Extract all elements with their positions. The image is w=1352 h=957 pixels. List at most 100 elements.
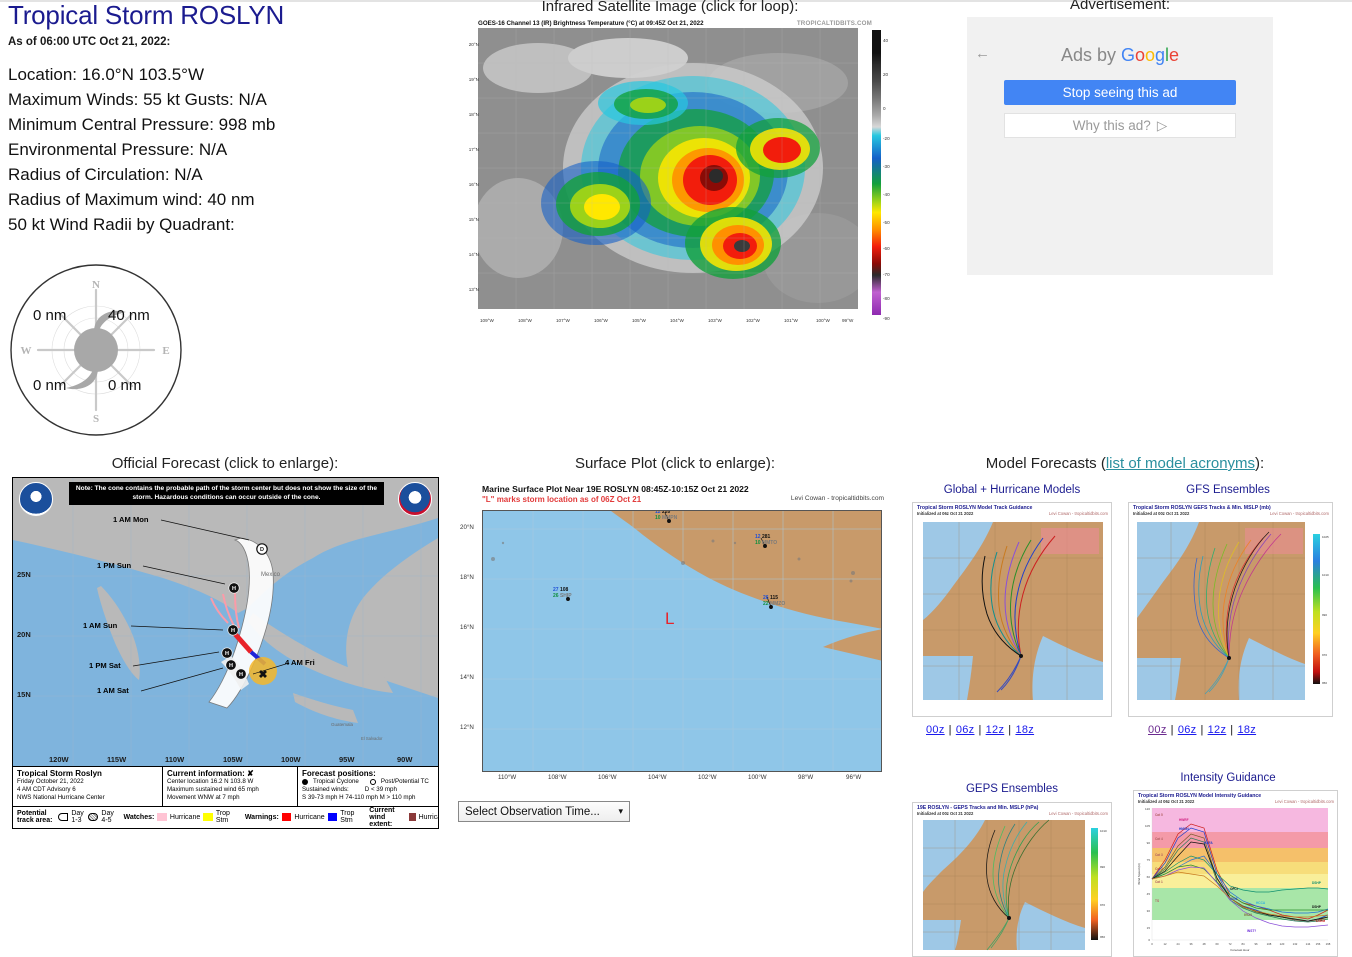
model-time-links-global[interactable]: 00z | 06z | 12z | 18z [926,724,1034,736]
cone-day13-icon [58,813,69,821]
svg-text:H: H [229,663,233,669]
satellite-colorbar [872,30,881,315]
advertisement-panel[interactable]: ← Ads by Google Stop seeing this ad Why … [967,17,1273,275]
satellite-plot[interactable] [478,28,858,309]
intensity-guidance-panel[interactable]: Tropical Storm ROSLYN Model Intensity Gu… [1133,790,1338,957]
surface-plot-panel[interactable]: Marine Surface Plot Near 19E ROSLYN 08:4… [460,480,888,800]
model-panel-title: Tropical Storm ROSLYN Model Track Guidan… [917,505,1033,511]
radii-se-value: 0 nm [108,377,142,394]
sat-lon-tick: 100°W [816,318,830,323]
legend-date: Friday October 21, 2022 [17,778,84,785]
ads-by-google-label: Ads by Google [967,17,1273,66]
svg-text:1010: 1010 [1322,573,1329,577]
svg-text:Guatemala: Guatemala [331,722,354,727]
satellite-image-panel[interactable]: GOES-16 Channel 13 (IR) Brightness Tempe… [468,18,876,323]
cbar-tick: -50 [883,220,890,225]
play-triangle-icon: ▷ [1156,117,1168,133]
cbar-tick: 40 [883,38,889,43]
stop-seeing-ad-button[interactable]: Stop seeing this ad [1004,80,1236,105]
time-link-06z[interactable]: 06z [1178,724,1197,736]
legend-forecast-positions-block: Forecast positions: Tropical Cyclone Pos… [298,767,438,806]
geps-ensembles-panel[interactable]: 19E ROSLYN - GEPS Tracks and Min. MSLP (… [912,802,1112,957]
model-acronyms-link[interactable]: list of model acronyms [1106,455,1255,472]
series-label-lgem: LGEM [1316,919,1326,923]
sat-lon-tick: 102°W [746,318,760,323]
time-link-12z[interactable]: 12z [986,724,1005,736]
sat-lat-tick: 14°N [468,252,479,257]
legend-warnings-title: Warnings: [244,813,279,821]
time-link-18z[interactable]: 18z [1015,724,1034,736]
sat-lat-tick: 18°N [468,112,479,117]
observation-time-label: Select Observation Time... [465,805,600,818]
cbar-tick: -80 [883,296,890,301]
legend-forecast-title: Forecast positions: [302,769,376,778]
chevron-down-icon: ▾ [618,806,623,816]
model-time-links-gfs[interactable]: 00z | 06z | 12z | 18z [1148,724,1256,736]
surface-plot-subtitle: "L" marks storm location as of 06Z Oct 2… [482,495,642,504]
surface-plot-credit: Levi Cowan - tropicaltidbits.com [790,495,884,502]
intensity-chart-svg: Cat 5Cat 4 Cat 3Cat 2 Cat 1TS 12010590 7… [1134,804,1337,952]
svg-text:970: 970 [1100,903,1105,907]
model-panel-credit: Levi Cowan - tropicaltidbits.com [1048,811,1108,816]
storm-stats-list: Location: 16.0°N 103.5°W Maximum Winds: … [8,62,438,237]
series-label-ivcn: IVCN [1244,913,1252,917]
satellite-caption[interactable]: Infrared Satellite Image (click for loop… [440,0,900,15]
advertisement-caption: Advertisement: [1069,0,1171,13]
stat-min-pressure: Minimum Central Pressure: 998 mb [8,115,276,134]
svg-text:60: 60 [1215,942,1219,946]
legend-watches-title: Watches: [123,813,155,821]
forecast-map[interactable]: D HH HHH ✖ Mexico Guatemala El Salvador [13,478,438,768]
surface-plot-map[interactable]: L 27 108 26 SHIP 12 220 10 MMPN 12 281 1… [482,510,882,772]
svg-text:✖: ✖ [258,669,267,681]
why-this-ad-label: Why this ad? [1072,118,1151,133]
storm-info-panel: Tropical Storm ROSLYN As of 06:00 UTC Oc… [8,0,438,237]
series-label-dshp: DSHP [1312,881,1322,885]
forecast-lon-tick: 115W [107,755,127,764]
forecast-lon-tick: 100W [281,755,301,764]
compass-east-label: E [162,345,169,357]
stat-max-winds: Maximum Winds: 55 kt Gusts: N/A [8,90,267,109]
map-place-mexico: Mexico [261,572,281,578]
why-this-ad-button[interactable]: Why this ad? ▷ [1004,113,1236,138]
sat-lat-tick: 20°N [468,42,479,47]
model-panel-init: Initialized at 00z Oct 21 2022 [1133,511,1190,516]
gfs-ensembles-panel[interactable]: Tropical Storm ROSLYN GEFS Tracks & Min.… [1128,502,1333,717]
page-title: Tropical Storm ROSLYN [8,0,285,30]
low-pressure-marker: L [665,609,675,628]
legend-agency: NWS National Hurricane Center [17,794,105,801]
official-forecast-caption[interactable]: Official Forecast (click to enlarge): [0,455,450,472]
time-link-18z[interactable]: 18z [1237,724,1256,736]
official-forecast-panel[interactable]: D HH HHH ✖ Mexico Guatemala El Salvador [12,477,439,829]
legend-warn-hurricane: Hurricane [294,813,325,821]
intensity-ylabel: Wind Speed (kt) [1137,863,1141,885]
model-caption-suffix: ): [1255,455,1265,472]
back-arrow-icon[interactable]: ← [975,45,990,62]
time-link-00z[interactable]: 00z [1148,724,1167,736]
legend-watch-ts: Trop Stm [215,810,230,824]
svg-text:45: 45 [1147,892,1151,896]
svg-text:H: H [232,586,236,592]
observation-time-select[interactable]: Select Observation Time... ▾ [458,801,630,822]
legend-advisory: 4 AM CDT Advisory 6 [17,786,76,793]
stat-env-pressure: Environmental Pressure: N/A [8,140,228,159]
time-link-06z[interactable]: 06z [956,724,975,736]
surface-plot-caption[interactable]: Surface Plot (click to enlarge): [455,455,895,472]
cbar-tick: 20 [883,72,889,77]
track-label: 1 PM Sun [97,561,132,570]
time-link-00z[interactable]: 00z [926,724,945,736]
legend-sustained-label: Sustained winds: [302,786,349,793]
observation-station: 27 108 26 SHIP [553,587,572,599]
time-link-12z[interactable]: 12z [1208,724,1227,736]
forecast-lon-tick: 95W [339,755,355,764]
legend-current-info-block: Current information: ✘ Center location 1… [163,767,298,806]
as-of-timestamp: As of 06:00 UTC Oct 21, 2022: [8,36,171,48]
satellite-brand: TROPICALTIDBITS.COM [796,20,872,27]
model-track-guidance-panel[interactable]: Tropical Storm ROSLYN Model Track Guidan… [912,502,1112,717]
svg-text:H: H [231,628,235,634]
radii-ne-value: 40 nm [108,307,150,324]
stat-radius-max-wind: Radius of Maximum wind: 40 nm [8,190,255,209]
svg-text:El Salvador: El Salvador [361,736,383,741]
noaa-logo-icon [19,482,53,516]
track-label: 1 AM Sun [83,621,118,630]
sat-lat-tick: 19°N [468,77,479,82]
